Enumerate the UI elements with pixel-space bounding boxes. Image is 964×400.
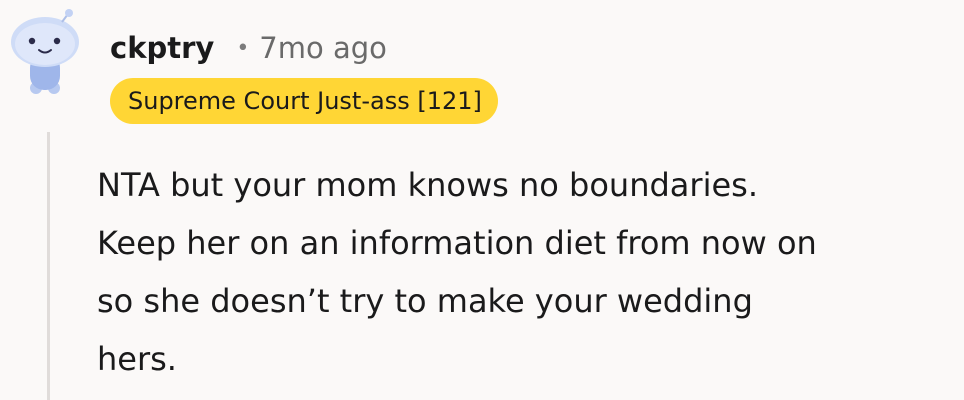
comment-body-line: Keep her on an information diet from now… <box>97 224 817 262</box>
username-link[interactable]: ckptry <box>110 31 214 65</box>
user-flair-text: Supreme Court Just-ass [121] <box>128 87 482 115</box>
comment-body: NTA but your mom knows no boundaries. Ke… <box>97 156 957 388</box>
timestamp[interactable]: 7mo ago <box>259 31 387 65</box>
separator-dot: • <box>236 35 250 61</box>
user-flair: Supreme Court Just-ass [121] <box>110 78 498 124</box>
comment-body-line: hers. <box>97 340 177 378</box>
comment: ckptry • 7mo ago Supreme Court Just-ass … <box>0 0 964 400</box>
thread-line[interactable] <box>47 132 50 400</box>
comment-body-line: so she doesn’t try to make your wedding <box>97 282 753 320</box>
snoo-avatar-icon[interactable] <box>6 8 86 98</box>
comment-header: ckptry • 7mo ago <box>110 26 387 70</box>
comment-body-line: NTA but your mom knows no boundaries. <box>97 166 758 204</box>
